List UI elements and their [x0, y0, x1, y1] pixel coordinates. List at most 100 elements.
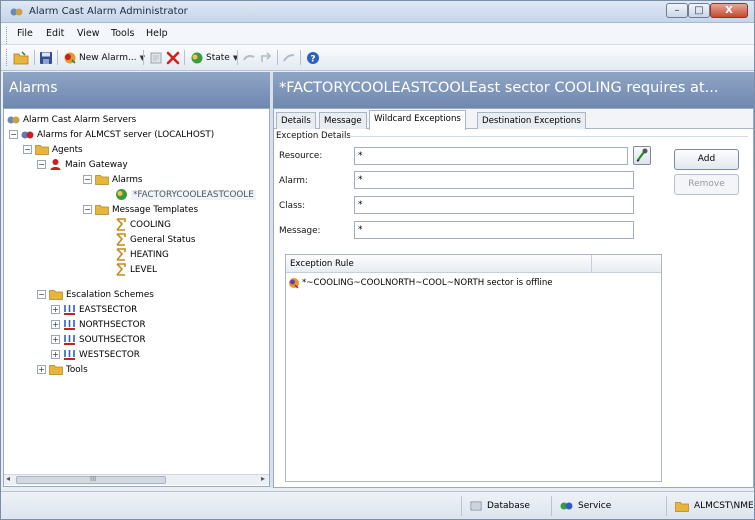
menu-tools[interactable]: Tools — [111, 28, 134, 39]
service-icon — [560, 502, 573, 510]
alarm-server-tree[interactable]: Alarm Cast Alarm Servers − Alarms for AL… — [3, 108, 270, 487]
expand-icon[interactable]: + — [51, 305, 60, 314]
delete-icon — [166, 51, 180, 64]
tree-node-main-gateway[interactable]: Main Gateway — [49, 157, 128, 172]
tree-node-root[interactable]: Alarm Cast Alarm Servers — [7, 112, 136, 127]
tab-destination-exceptions[interactable]: Destination Exceptions — [477, 112, 586, 129]
alarm-icon — [116, 189, 127, 200]
tree-node-scheme[interactable]: NORTHSECTOR — [63, 317, 146, 332]
toolbar-separator — [184, 50, 185, 65]
collapse-icon[interactable]: − — [9, 130, 18, 139]
resource-picker-button[interactable] — [633, 146, 651, 165]
save-button[interactable] — [39, 48, 53, 67]
collapse-icon[interactable]: − — [23, 145, 32, 154]
status-user: ALMCST\NME — [666, 496, 754, 516]
tree-node-template[interactable]: LEVEL — [115, 262, 157, 277]
properties-button[interactable] — [149, 48, 163, 67]
tree-label: Tools — [66, 364, 88, 375]
exception-rule-icon — [289, 278, 299, 289]
acknowledge-icon — [243, 54, 255, 61]
scroll-left-icon[interactable]: ◂ — [6, 474, 10, 483]
tree-node-scheme[interactable]: SOUTHSECTOR — [63, 332, 146, 347]
tree-node-template[interactable]: HEATING — [115, 247, 169, 262]
tree-node-scheme[interactable]: WESTSECTOR — [63, 347, 140, 362]
tree-node-agents[interactable]: Agents — [35, 142, 83, 157]
new-alarm-icon — [64, 52, 76, 64]
user-folder-icon — [675, 501, 689, 512]
tab-strip: Details Message Wildcard Exceptions Dest… — [274, 109, 753, 130]
tree-node-alarms[interactable]: Alarms — [95, 172, 142, 187]
status-service[interactable]: Service — [551, 496, 631, 516]
tree-node-server[interactable]: Alarms for ALMCST server (LOCALHOST) — [21, 127, 214, 142]
scroll-right-icon[interactable]: ▸ — [261, 474, 265, 483]
tree-node-message-templates[interactable]: Message Templates — [95, 202, 198, 217]
tree-label: WESTSECTOR — [79, 349, 140, 360]
app-logo-icon — [10, 8, 23, 16]
expand-icon[interactable]: + — [51, 320, 60, 329]
maximize-button[interactable]: □ — [688, 3, 710, 18]
menu-help[interactable]: Help — [146, 28, 168, 39]
tab-message[interactable]: Message — [319, 112, 367, 129]
tree-label: LEVEL — [130, 264, 157, 275]
database-icon — [470, 501, 482, 511]
send-button[interactable] — [282, 48, 296, 67]
help-button[interactable]: ? — [306, 48, 320, 67]
state-button[interactable]: State ▼ — [190, 48, 238, 67]
delete-button[interactable] — [166, 48, 180, 67]
menu-edit[interactable]: Edit — [46, 28, 64, 39]
close-icon: X — [725, 5, 733, 16]
list-item[interactable]: *~COOLING~COOLNORTH~COOL~NORTH sector is… — [288, 276, 553, 290]
tree-node-selected-alarm[interactable]: *FACTORYCOOLEASTCOOLE — [115, 187, 256, 202]
gateway-icon — [50, 159, 61, 170]
minimize-button[interactable]: – — [666, 3, 688, 18]
message-field[interactable]: * — [354, 221, 634, 239]
escalation-icon — [64, 335, 75, 345]
app-window: Alarm Cast Alarm Administrator – □ X Fil… — [0, 0, 755, 520]
tree-label: SOUTHSECTOR — [79, 334, 146, 345]
menu-file[interactable]: File — [17, 28, 33, 39]
collapse-icon[interactable]: − — [37, 160, 46, 169]
toolbar-separator — [34, 50, 35, 65]
add-button[interactable]: Add — [674, 149, 739, 170]
tree-label: Agents — [52, 144, 83, 155]
collapse-icon[interactable]: − — [83, 205, 92, 214]
template-icon — [116, 218, 126, 231]
server-icon — [21, 131, 34, 138]
collapse-icon[interactable]: − — [83, 175, 92, 184]
column-header-exception-rule[interactable]: Exception Rule — [286, 255, 592, 272]
exception-rule-list[interactable]: Exception Rule *~COOLING~COOLNORTH~COOL~… — [285, 254, 662, 482]
folder-icon — [95, 175, 109, 185]
alarm-field[interactable]: * — [354, 171, 634, 189]
expand-icon[interactable]: + — [51, 335, 60, 344]
class-field[interactable]: * — [354, 196, 634, 214]
tab-wildcard-exceptions[interactable]: Wildcard Exceptions — [369, 110, 466, 130]
tree-label: COOLING — [130, 219, 171, 230]
tree-node-escalation-schemes[interactable]: Escalation Schemes — [49, 287, 154, 302]
close-button[interactable]: X — [710, 3, 748, 18]
remove-button[interactable]: Remove — [674, 174, 739, 195]
tab-details[interactable]: Details — [276, 112, 316, 129]
tree-label: NORTHSECTOR — [79, 319, 146, 330]
tree-horizontal-scrollbar[interactable]: ◂ III ▸ — [4, 474, 269, 485]
tree-node-template[interactable]: General Status — [115, 232, 196, 247]
folder-icon — [35, 145, 49, 155]
status-database[interactable]: Database — [461, 496, 551, 516]
message-label: Message: — [279, 226, 321, 236]
tree-node-template[interactable]: COOLING — [115, 217, 171, 232]
acknowledge-button[interactable] — [242, 48, 256, 67]
toolbar-separator — [237, 50, 238, 65]
expand-icon[interactable]: + — [51, 350, 60, 359]
template-icon — [116, 263, 126, 276]
escalate-button[interactable] — [259, 48, 273, 67]
tree-node-tools[interactable]: Tools — [49, 362, 88, 377]
collapse-icon[interactable]: − — [37, 290, 46, 299]
properties-icon — [150, 52, 162, 63]
tree-node-scheme[interactable]: EASTSECTOR — [63, 302, 137, 317]
menu-view[interactable]: View — [77, 28, 100, 39]
open-button[interactable] — [13, 48, 29, 67]
resource-field[interactable]: * — [354, 147, 628, 165]
escalate-icon — [261, 51, 272, 62]
help-icon: ? — [307, 51, 319, 64]
new-alarm-button[interactable]: New Alarm... ▼ — [63, 48, 145, 67]
expand-icon[interactable]: + — [37, 365, 46, 374]
